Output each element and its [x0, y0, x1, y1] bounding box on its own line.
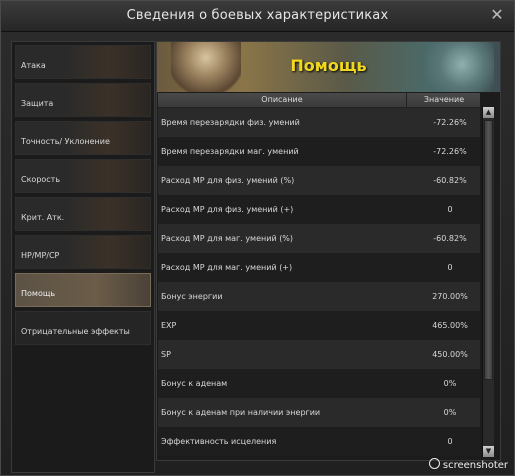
sidebar-item-speed[interactable]: Скорость [15, 159, 151, 193]
scroll-down-icon[interactable]: ▼ [483, 446, 494, 457]
stats-panel: Помощь Описание Значение Время перезаряд… [156, 41, 501, 461]
combat-stats-window: Сведения о боевых характеристиках ✕ Атак… [0, 0, 515, 476]
title-bar[interactable]: Сведения о боевых характеристиках ✕ [1, 1, 514, 32]
table-row: Время перезарядки физ. умений -72.26% [158, 108, 480, 137]
sidebar-item-defense[interactable]: Защита [15, 83, 151, 117]
stat-name: Бонус к аденам [161, 379, 228, 388]
table-row: Расход MP для маг. умений (%) -60.82% [158, 224, 480, 253]
stat-name: Бонус энергии [161, 292, 223, 301]
stat-name: Эффективность исцеления [161, 437, 277, 446]
sidebar-item-label: HP/MP/CP [21, 251, 60, 260]
table-row: Время перезарядки маг. умений -72.26% [158, 137, 480, 166]
column-header-description[interactable]: Описание [158, 95, 406, 104]
window-title: Сведения о боевых характеристиках [126, 8, 389, 23]
stat-name: Время перезарядки маг. умений [161, 147, 299, 156]
stat-name: SP [161, 350, 171, 359]
table-row: SP 450.00% [158, 340, 480, 369]
watermark: screenshoter [428, 458, 508, 471]
stat-value: 0% [443, 408, 457, 417]
stat-name: Расход MP для маг. умений (%) [161, 234, 294, 243]
sidebar-item-accuracy-evasion[interactable]: Точность/ Уклонение [15, 121, 151, 155]
scroll-up-icon[interactable]: ▲ [483, 107, 494, 118]
stat-value: -60.82% [433, 234, 467, 243]
section-title: Помощь [290, 56, 367, 75]
section-banner: Помощь [157, 42, 500, 92]
stat-name: Время перезарядки физ. умений [161, 118, 300, 127]
sidebar-item-label: Скорость [21, 175, 61, 184]
sidebar-item-label: Крит. Атк. [21, 213, 65, 222]
stat-value: 0% [443, 379, 457, 388]
scrollbar[interactable]: ▲ ▼ [482, 107, 494, 457]
stat-value: -60.82% [433, 176, 467, 185]
table-row: Бонус к аденам при наличии энергии 0% [158, 398, 480, 427]
watermark-text: screenshoter [442, 460, 508, 471]
close-icon[interactable]: ✕ [488, 6, 506, 24]
stat-name: Расход MP для физ. умений (+) [161, 205, 294, 214]
column-header-value[interactable]: Значение [406, 93, 481, 107]
stat-value: 450.00% [432, 350, 468, 359]
stat-value: 0 [447, 263, 453, 272]
sidebar-item-label: Атака [21, 61, 46, 70]
stat-value: 465.00% [432, 321, 468, 330]
sidebar-item-attack[interactable]: Атака [15, 45, 151, 79]
table-header: Описание Значение [158, 93, 480, 108]
stat-name: Бонус к аденам при наличии энергии [161, 408, 321, 417]
table-row: Бонус энергии 270.00% [158, 282, 480, 311]
stat-value: 270.00% [432, 292, 468, 301]
table-row: Расход MP для физ. умений (+) 0 [158, 195, 480, 224]
stat-name: Расход MP для маг. умений (+) [161, 263, 293, 272]
sidebar-item-hp-mp-cp[interactable]: HP/MP/CP [15, 235, 151, 269]
table-row: EXP 465.00% [158, 311, 480, 340]
table-row: Бонус к аденам 0% [158, 369, 480, 398]
stat-name: Расход MP для физ. умений (%) [161, 176, 295, 185]
stat-value: -72.26% [433, 147, 467, 156]
scroll-thumb[interactable] [484, 120, 493, 380]
stat-name: EXP [161, 321, 177, 330]
stat-value: 0 [447, 205, 453, 214]
sidebar-item-label: Точность/ Уклонение [21, 137, 110, 146]
sidebar-item-label: Защита [21, 99, 54, 108]
stat-value: 0 [447, 437, 453, 446]
table-row: Расход MP для физ. умений (%) -60.82% [158, 166, 480, 195]
sidebar-item-label: Отрицательные эффекты [21, 327, 130, 336]
category-sidebar: Атака Защита Точность/ Уклонение Скорост… [11, 41, 155, 473]
sidebar-item-support[interactable]: Помощь [15, 273, 151, 307]
table-row: Расход MP для маг. умений (+) 0 [158, 253, 480, 282]
sidebar-item-label: Помощь [21, 289, 56, 298]
table-row: Эффективность исцеления 0 [158, 427, 480, 456]
camera-icon [428, 458, 440, 469]
sidebar-item-negative-effects[interactable]: Отрицательные эффекты [15, 311, 151, 345]
sidebar-item-critical[interactable]: Крит. Атк. [15, 197, 151, 231]
stat-value: -72.26% [433, 118, 467, 127]
